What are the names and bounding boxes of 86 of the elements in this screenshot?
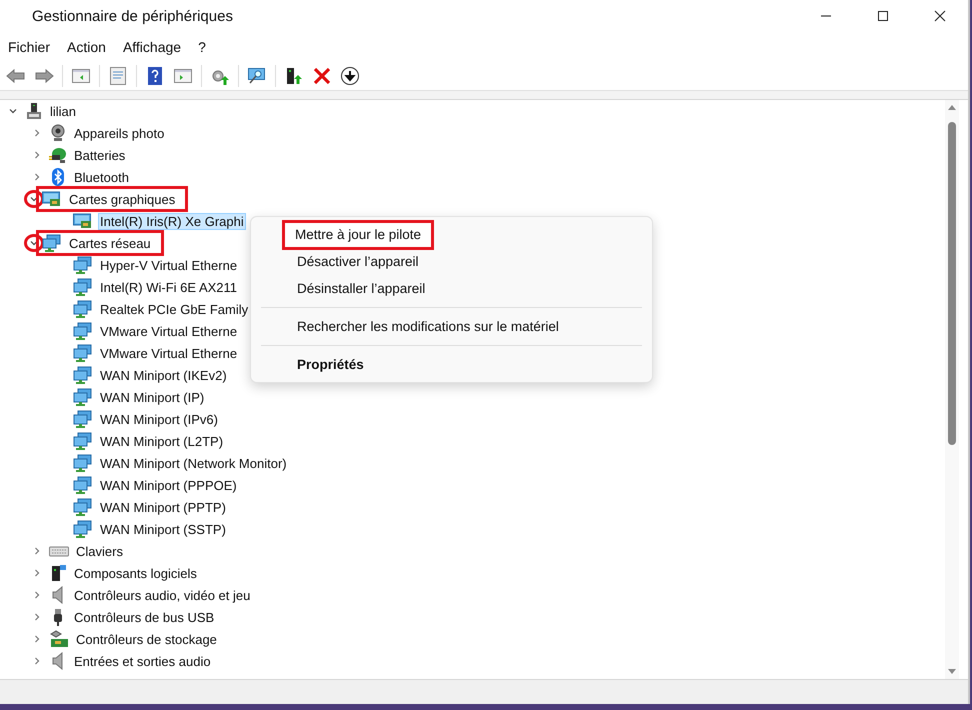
network-icon (73, 454, 93, 472)
tree-item[interactable]: Contrôleurs audio, vidéo et jeu (72, 586, 252, 604)
down-arrow-circle-icon[interactable] (340, 66, 360, 86)
network-icon (73, 256, 93, 274)
menu-item[interactable]: Désinstaller l’appareil (297, 277, 426, 301)
tree-item[interactable]: Claviers (74, 542, 125, 560)
tree-item[interactable]: Contrôleurs de stockage (74, 630, 219, 648)
tree-item[interactable]: WAN Miniport (PPPOE) (98, 476, 239, 494)
network-icon (73, 344, 93, 362)
tree-item[interactable]: lilian (48, 102, 78, 120)
bluetooth-icon (49, 168, 67, 186)
chevron-right-icon[interactable] (32, 634, 42, 644)
network-icon (73, 322, 93, 340)
tree-item[interactable]: VMware Virtual Etherne (98, 322, 240, 340)
chevron-down-icon[interactable] (29, 194, 39, 204)
close-icon[interactable] (934, 10, 946, 22)
chevron-right-icon[interactable] (32, 568, 42, 578)
back-arrow-icon[interactable] (6, 66, 26, 86)
tree-item[interactable]: WAN Miniport (IPv6) (98, 410, 220, 428)
network-icon (73, 476, 93, 494)
network-icon (42, 234, 62, 252)
tree-item[interactable]: Cartes réseau (67, 234, 153, 252)
tree-item[interactable]: Bluetooth (72, 168, 131, 186)
monitor-card-icon (42, 190, 62, 208)
window-title: Gestionnaire de périphériques (32, 8, 234, 24)
tree-item[interactable]: Intel(R) Wi-Fi 6E AX211 (98, 278, 240, 296)
window-panel-icon[interactable] (173, 66, 193, 86)
tree-item[interactable]: WAN Miniport (Network Monitor) (98, 454, 289, 472)
menu-item[interactable]: Rechercher les modifications sur le matériel (297, 315, 559, 339)
chevron-right-icon[interactable] (32, 656, 42, 666)
menu-item[interactable]: Action (61, 39, 112, 55)
chevron-right-icon[interactable] (32, 612, 42, 622)
chevron-right-icon[interactable] (32, 590, 42, 600)
network-icon (73, 410, 93, 428)
network-icon (73, 520, 93, 538)
menu-item[interactable]: Mettre à jour le pilote (285, 223, 432, 247)
tree-item[interactable]: Intel(R) Iris(R) Xe Graphi (98, 212, 246, 230)
device-arrow-icon[interactable] (284, 66, 304, 86)
menu-item[interactable]: Affichage (116, 39, 188, 55)
tree-item[interactable]: WAN Miniport (SSTP) (98, 520, 228, 538)
network-icon (73, 300, 93, 318)
properties-sheet-icon[interactable] (108, 66, 128, 86)
tree-item[interactable]: WAN Miniport (L2TP) (98, 432, 226, 450)
chevron-right-icon[interactable] (32, 150, 42, 160)
computer-icon (25, 102, 43, 120)
tree-item[interactable]: Appareils photo (72, 124, 166, 142)
network-icon (73, 498, 93, 516)
monitor-magnifier-icon[interactable] (247, 66, 267, 86)
chevron-down-icon[interactable] (29, 238, 39, 248)
storage-controller-icon (49, 630, 69, 648)
scroll-down-icon[interactable] (948, 669, 956, 675)
menu-item[interactable]: Propriétés (297, 353, 364, 377)
scroll-up-icon[interactable] (948, 104, 956, 110)
network-icon (73, 278, 93, 296)
tree-item[interactable]: Entrées et sorties audio (72, 652, 213, 670)
help-icon[interactable] (145, 66, 165, 86)
tree-item[interactable]: WAN Miniport (IP) (98, 388, 206, 406)
maximize-icon[interactable] (876, 10, 888, 22)
menu-item[interactable]: ? (192, 39, 212, 55)
scroll-thumb[interactable] (948, 122, 956, 445)
device-puzzle-icon (49, 564, 67, 582)
menu-item[interactable]: Fichier (2, 39, 56, 55)
forward-arrow-icon[interactable] (34, 66, 54, 86)
tree-item[interactable]: Cartes graphiques (67, 190, 178, 208)
tree-item[interactable]: Contrôleurs de bus USB (72, 608, 216, 626)
tree-item[interactable]: Composants logiciels (72, 564, 199, 582)
scrollbar[interactable] (945, 100, 959, 679)
chevron-right-icon[interactable] (32, 172, 42, 182)
delete-icon[interactable] (312, 66, 332, 86)
chevron-right-icon[interactable] (32, 546, 42, 556)
window-panel-icon[interactable] (71, 66, 91, 86)
tree-item[interactable]: WAN Miniport (PPTP) (98, 498, 228, 516)
tree-item[interactable]: Batteries (72, 146, 128, 164)
network-icon (73, 388, 93, 406)
tree-item[interactable]: Realtek PCIe GbE Family (98, 300, 250, 318)
tree-item[interactable]: Hyper-V Virtual Etherne (98, 256, 240, 274)
network-icon (73, 366, 93, 384)
tree-item[interactable]: VMware Virtual Etherne (98, 344, 240, 362)
monitor-card-icon (73, 212, 93, 230)
network-icon (73, 432, 93, 450)
chevron-down-icon[interactable] (8, 106, 18, 116)
webcam-icon (49, 124, 67, 142)
tree-item[interactable]: WAN Miniport (IKEv2) (98, 366, 229, 384)
battery-plug-icon (49, 146, 67, 164)
menu-item[interactable]: Désactiver l’appareil (297, 250, 419, 274)
chevron-right-icon[interactable] (32, 128, 42, 138)
